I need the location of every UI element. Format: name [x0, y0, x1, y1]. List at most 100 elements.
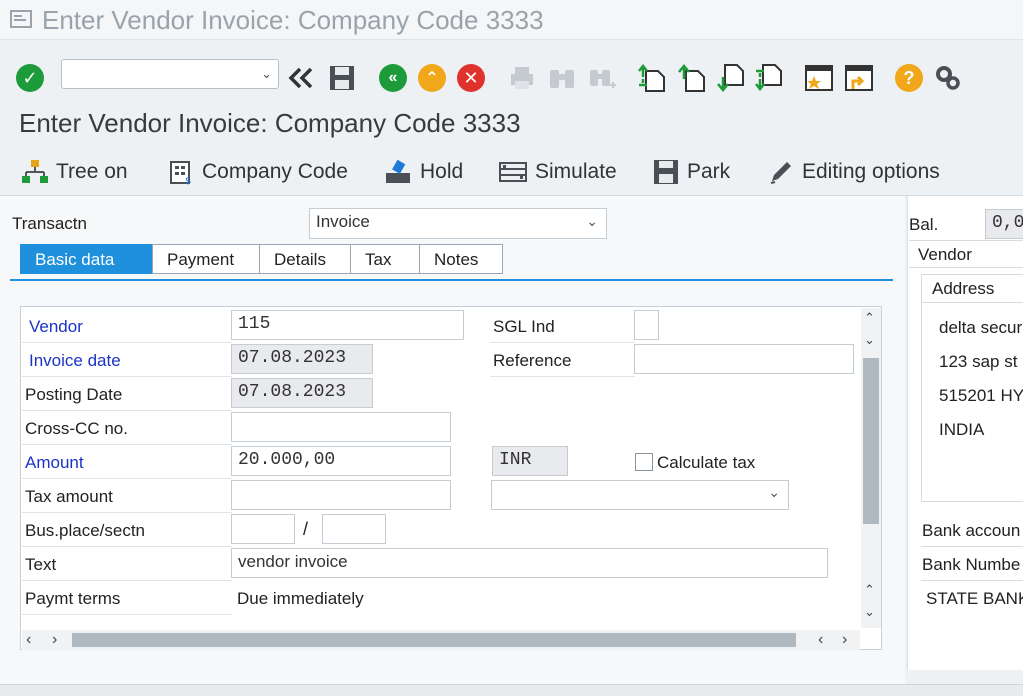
next-page-icon [717, 64, 744, 92]
tax-code-select[interactable]: ⌄ [491, 480, 789, 510]
last-page-button[interactable] [753, 62, 785, 94]
commands-toggle-button[interactable] [286, 62, 316, 94]
new-window-star-icon [805, 65, 833, 91]
tab-notes[interactable]: Notes [419, 244, 503, 274]
create-session-button[interactable] [803, 62, 835, 94]
park-button[interactable]: Park [653, 156, 730, 188]
vendor-input[interactable]: 115 [231, 310, 464, 340]
address-line: 123 sap st [939, 352, 1018, 371]
text-input[interactable]: vendor invoice [231, 548, 828, 578]
first-page-button[interactable] [636, 62, 668, 94]
find-next-button[interactable] [586, 62, 618, 94]
simulate-icon [499, 162, 527, 182]
row-divider [22, 410, 232, 411]
vendor-header-row: Vendor [909, 240, 1023, 268]
chevron-right-icon[interactable]: › [52, 631, 57, 649]
exit-button[interactable]: ⌃ [416, 62, 448, 94]
bus-place-separator: / [303, 519, 309, 539]
paymt-terms-value: Due immediately [237, 589, 364, 608]
form-vertical-scrollbar[interactable]: ⌃ ⌄ ⌃ ⌄ [861, 308, 881, 628]
tab-basic-data[interactable]: Basic data [20, 244, 153, 274]
address-box: Address delta securi 123 sap st 515201 H… [921, 274, 1023, 502]
customize-layout-button[interactable] [932, 62, 964, 94]
hold-icon [386, 159, 410, 183]
invoice-date-label: Invoice date [29, 351, 121, 370]
chevron-left-icon[interactable]: ‹ [818, 631, 823, 649]
reference-input[interactable] [634, 344, 854, 374]
cancel-button[interactable]: ✕ [455, 62, 487, 94]
balance-value: 0,0 [985, 209, 1023, 239]
tax-amount-input[interactable] [231, 480, 451, 510]
chevron-down-icon[interactable]: ⌄ [864, 604, 875, 620]
print-button[interactable] [506, 62, 538, 94]
vendor-label: Vendor [29, 317, 83, 336]
address-header: Address [932, 279, 995, 298]
currency-input[interactable]: INR [492, 446, 568, 476]
transaction-value: Invoice [316, 212, 370, 231]
transaction-select[interactable]: Invoice ⌄ [309, 208, 607, 239]
chevron-down-icon[interactable]: ⌄ [864, 332, 875, 348]
chevron-up-icon[interactable]: ⌃ [864, 582, 875, 598]
chevron-down-icon[interactable]: ⌄ [261, 66, 272, 82]
back-button[interactable]: « [377, 62, 409, 94]
sgl-ind-input[interactable] [634, 310, 659, 340]
form-horizontal-scrollbar[interactable]: ‹ › ‹ › [22, 630, 860, 650]
bank-number-label: Bank Numbe [922, 555, 1021, 574]
next-page-button[interactable] [715, 62, 747, 94]
row-divider [490, 376, 635, 377]
screen-title: Enter Vendor Invoice: Company Code 3333 [19, 108, 521, 138]
row-divider [490, 342, 635, 343]
editing-options-button[interactable]: Editing options [768, 156, 940, 188]
scrollbar-thumb[interactable] [863, 358, 879, 524]
title-bar: Enter Vendor Invoice: Company Code 3333 [0, 0, 1023, 40]
scrollbar-thumb[interactable] [72, 633, 796, 647]
amount-input[interactable]: 20.000,00 [231, 446, 451, 476]
help-button[interactable]: ? [893, 62, 925, 94]
row-divider [22, 478, 232, 479]
text-label: Text [25, 555, 57, 574]
window-title: Enter Vendor Invoice: Company Code 3333 [42, 5, 544, 35]
find-button[interactable] [546, 62, 578, 94]
chevron-down-icon[interactable]: ⌄ [586, 213, 598, 230]
pencil-icon [770, 162, 791, 184]
tab-tax[interactable]: Tax [350, 244, 420, 274]
tree-on-button[interactable]: Tree on [22, 156, 128, 188]
row-divider [22, 614, 232, 615]
tab-details[interactable]: Details [259, 244, 351, 274]
screen-menu-icon[interactable] [10, 9, 32, 29]
business-place-input[interactable] [231, 514, 295, 544]
chevron-left-icon[interactable]: ‹ [26, 631, 31, 649]
chevron-down-icon[interactable]: ⌄ [768, 484, 780, 501]
shortcut-icon [845, 65, 873, 91]
previous-page-button[interactable] [676, 62, 708, 94]
address-line: delta securi [939, 318, 1023, 337]
row-divider [22, 580, 232, 581]
binoculars-plus-icon [590, 70, 616, 88]
hold-button[interactable]: Hold [384, 156, 463, 188]
balance-label: Bal. [909, 215, 939, 234]
back-icon: « [379, 64, 407, 92]
sgl-ind-label: SGL Ind [493, 317, 555, 336]
calculate-tax-checkbox[interactable] [635, 453, 653, 471]
last-page-icon [755, 64, 782, 92]
bank-name: STATE BANK [926, 589, 1023, 608]
vendor-header: Vendor [918, 245, 972, 264]
cross-cc-input[interactable] [231, 412, 451, 442]
company-code-button[interactable]: $ Company Code [168, 156, 348, 188]
bus-place-label: Bus.place/sectn [25, 521, 146, 540]
save-button[interactable] [326, 62, 358, 94]
command-field[interactable]: ⌄ [61, 59, 279, 89]
invoice-date-input[interactable]: 07.08.2023 [231, 344, 373, 374]
tree-on-label: Tree on [56, 160, 128, 183]
transaction-label: Transactn [12, 214, 87, 233]
section-code-input[interactable] [322, 514, 386, 544]
chevron-right-icon[interactable]: › [842, 631, 847, 649]
enter-button[interactable]: ✓ [14, 62, 46, 94]
tab-payment[interactable]: Payment [152, 244, 260, 274]
posting-date-input[interactable]: 07.08.2023 [231, 378, 373, 408]
generate-shortcut-button[interactable] [843, 62, 875, 94]
cross-cc-label: Cross-CC no. [25, 419, 128, 438]
chevron-up-icon[interactable]: ⌃ [864, 310, 875, 326]
simulate-button[interactable]: Simulate [499, 156, 617, 188]
cancel-icon: ✕ [457, 64, 485, 92]
